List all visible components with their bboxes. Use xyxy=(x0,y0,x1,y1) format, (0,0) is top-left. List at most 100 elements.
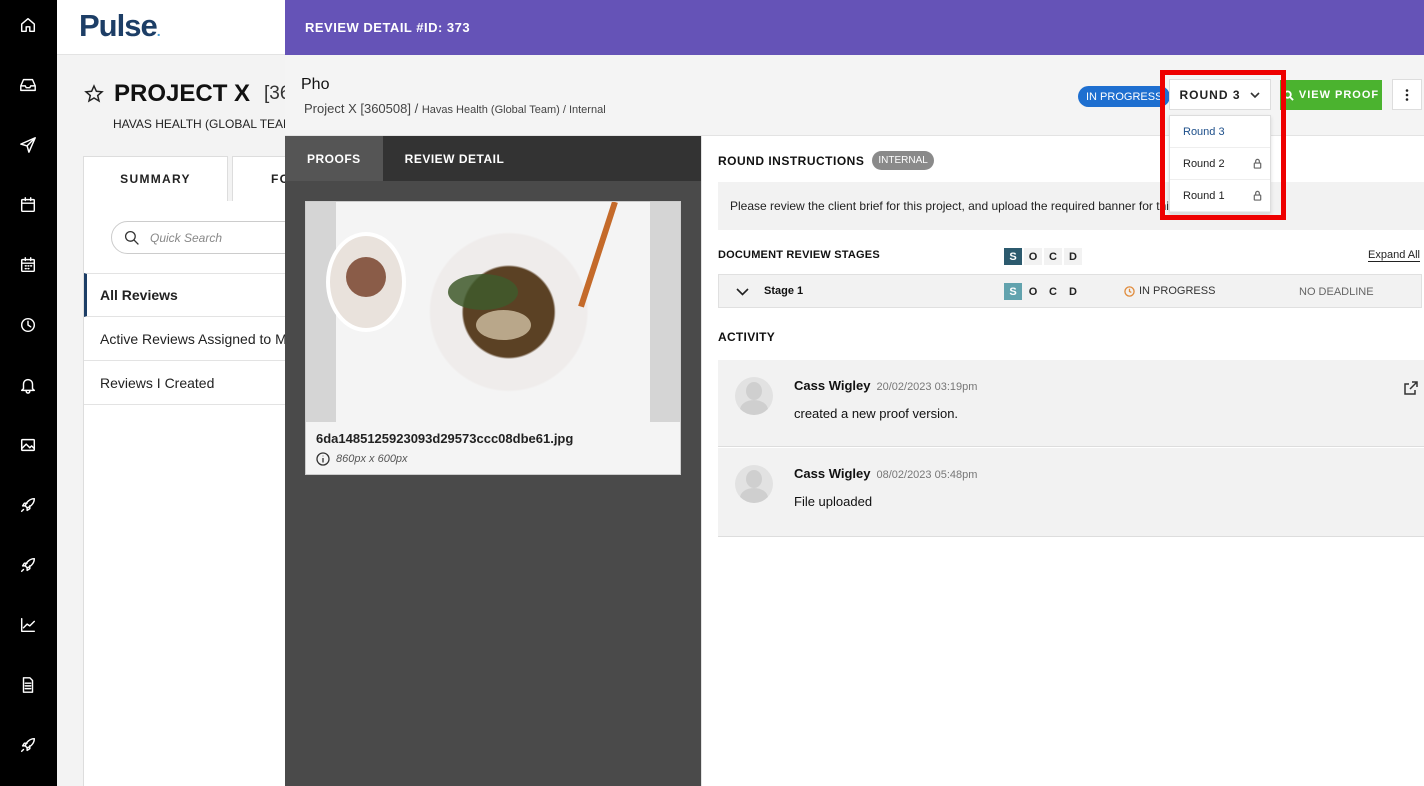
status-badge: IN PROGRESS xyxy=(1078,86,1171,107)
round-select-button[interactable]: ROUND 3 xyxy=(1169,79,1271,110)
activity-header: Cass Wigley 08/02/2023 05:48pm xyxy=(794,466,977,481)
internal-badge: INTERNAL xyxy=(872,151,934,170)
search-input[interactable] xyxy=(150,230,300,245)
round-instructions-text: Please review the client brief for this … xyxy=(718,182,1424,230)
proof-title: Pho xyxy=(301,76,330,93)
proof-filename: 6da1485125923093d29573ccc08dbe61.jpg xyxy=(316,431,574,446)
round-option-label: Round 1 xyxy=(1183,189,1225,202)
activity-message: created a new proof version. xyxy=(794,406,959,421)
tab-summary[interactable]: SUMMARY xyxy=(83,156,228,201)
round-option-label: Round 3 xyxy=(1183,125,1225,138)
search-icon xyxy=(124,230,139,245)
document-icon[interactable] xyxy=(18,675,38,695)
project-tabs: SUMMARY FO xyxy=(83,156,292,201)
avatar xyxy=(735,465,773,503)
modal-header: REVIEW DETAIL #ID: 373 xyxy=(285,0,1424,55)
tab-second[interactable]: FO xyxy=(232,156,292,201)
activity-user: Cass Wigley xyxy=(794,378,871,393)
home-icon[interactable] xyxy=(18,15,38,35)
project-org: HAVAS HEALTH (GLOBAL TEAM xyxy=(113,117,294,131)
review-detail-modal: REVIEW DETAIL #ID: 373 Pho Project X [36… xyxy=(285,0,1424,786)
activity-item: Cass Wigley 20/02/2023 03:19pm created a … xyxy=(718,360,1424,447)
activity-message: File uploaded xyxy=(794,494,873,509)
socd-c: C xyxy=(1044,248,1062,265)
proof-card[interactable]: 6da1485125923093d29573ccc08dbe61.jpg 860… xyxy=(305,201,681,475)
proof-thumbnail[interactable] xyxy=(306,202,680,422)
view-proof-button[interactable]: VIEW PROOF xyxy=(1280,80,1382,110)
round-select-label: ROUND 3 xyxy=(1179,87,1241,102)
socd-s: S xyxy=(1004,248,1022,265)
lock-icon xyxy=(1252,190,1263,201)
view-proof-label: VIEW PROOF xyxy=(1298,89,1380,101)
more-options-button[interactable] xyxy=(1392,79,1422,110)
send-icon[interactable] xyxy=(18,135,38,155)
chart-icon[interactable] xyxy=(18,615,38,635)
app-rail xyxy=(0,0,57,786)
expand-all-link[interactable]: Expand All xyxy=(1368,249,1420,262)
tab-review-detail[interactable]: REVIEW DETAIL xyxy=(383,136,527,181)
activity-title: ACTIVITY xyxy=(718,330,776,344)
project-header: PROJECT X [3605 xyxy=(84,80,312,108)
proof-dimensions-text: 860px x 600px xyxy=(336,453,408,465)
proofs-pane: PROOFS REVIEW DETAIL 6da1485125923093d29… xyxy=(285,136,701,786)
stage-status-text: IN PROGRESS xyxy=(1139,285,1216,297)
socd-d: D xyxy=(1064,248,1082,265)
activity-time: 08/02/2023 05:48pm xyxy=(876,469,978,481)
calendar-icon[interactable] xyxy=(18,195,38,215)
socd-d: D xyxy=(1064,283,1082,300)
socd-o: O xyxy=(1024,283,1042,300)
activity-item: Cass Wigley 08/02/2023 05:48pm File uploa… xyxy=(718,448,1424,537)
clock-icon[interactable] xyxy=(18,315,38,335)
stage-row[interactable]: Stage 1 S O C D IN PROGRESS NO DEADLINE xyxy=(718,274,1422,308)
tab-proofs[interactable]: PROOFS xyxy=(285,136,383,181)
pulse-logo[interactable]: Pulse. xyxy=(79,8,161,44)
chevron-down-icon xyxy=(1249,91,1260,98)
breadcrumb-project[interactable]: Project X [360508] xyxy=(304,101,411,116)
round-instructions-heading: ROUND INSTRUCTIONS INTERNAL xyxy=(718,151,934,170)
activity-header: Cass Wigley 20/02/2023 03:19pm xyxy=(794,378,977,393)
round-option-label: Round 2 xyxy=(1183,157,1225,170)
star-icon[interactable] xyxy=(84,84,104,104)
round-option[interactable]: Round 2 xyxy=(1170,148,1270,180)
inbox-icon[interactable] xyxy=(18,75,38,95)
stage-name: Stage 1 xyxy=(764,285,804,297)
round-option[interactable]: Round 3 xyxy=(1170,116,1270,148)
rocket-icon[interactable] xyxy=(18,735,38,755)
socd-s: S xyxy=(1004,283,1022,300)
breadcrumb-rest: Havas Health (Global Team) / Internal xyxy=(421,104,606,116)
project-name: PROJECT X xyxy=(114,80,251,107)
round-dropdown: Round 3 Round 2 Round 1 xyxy=(1169,115,1271,213)
image-icon[interactable] xyxy=(18,435,38,455)
stage-status: IN PROGRESS xyxy=(1124,285,1215,297)
rocket-icon[interactable] xyxy=(18,495,38,515)
socd-o: O xyxy=(1024,248,1042,265)
socd-legend: S O C D xyxy=(1004,248,1082,265)
proof-dimensions: 860px x 600px xyxy=(316,452,408,466)
activity-user: Cass Wigley xyxy=(794,466,871,481)
stage-socd: S O C D xyxy=(1004,283,1082,300)
rocket-icon[interactable] xyxy=(18,555,38,575)
clock-icon xyxy=(1124,285,1135,297)
stage-deadline: NO DEADLINE xyxy=(1299,286,1374,298)
activity-time: 20/02/2023 03:19pm xyxy=(876,381,978,393)
breadcrumb-separator: / xyxy=(410,101,422,116)
avatar xyxy=(735,377,773,415)
stages-title: DOCUMENT REVIEW STAGES xyxy=(718,249,880,261)
bell-icon[interactable] xyxy=(18,375,38,395)
pho-photo xyxy=(326,202,650,422)
noodles xyxy=(476,310,531,340)
lock-icon xyxy=(1252,158,1263,169)
round-instructions-title: ROUND INSTRUCTIONS xyxy=(718,153,865,168)
calendar-grid-icon[interactable] xyxy=(18,255,38,275)
proofs-tabs: PROOFS REVIEW DETAIL xyxy=(285,136,701,181)
info-icon xyxy=(316,452,330,466)
detail-pane: ROUND INSTRUCTIONS INTERNAL Please revie… xyxy=(701,136,1424,786)
side-dish-fill xyxy=(346,257,386,297)
more-vertical-icon xyxy=(1405,88,1409,101)
chopsticks xyxy=(578,202,618,308)
external-link-icon[interactable] xyxy=(1403,380,1419,396)
breadcrumb: Project X [360508] / Havas Health (Globa… xyxy=(304,101,606,116)
round-option[interactable]: Round 1 xyxy=(1170,180,1270,212)
chevron-down-icon[interactable] xyxy=(736,285,749,298)
socd-c: C xyxy=(1044,283,1062,300)
